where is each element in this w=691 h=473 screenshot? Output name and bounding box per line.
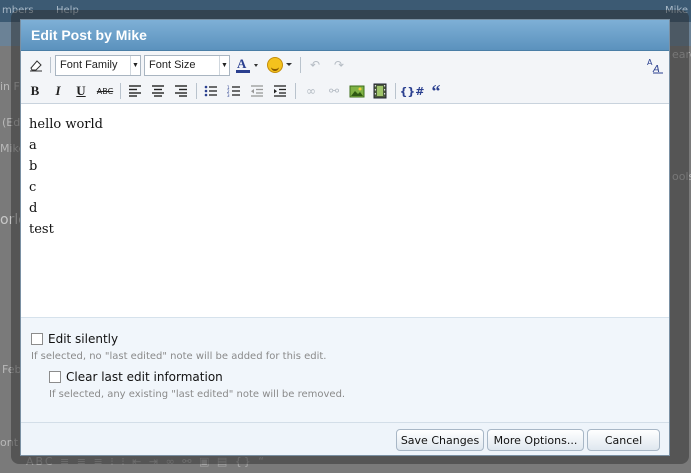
insert-media-icon[interactable] (370, 81, 390, 101)
toolbar-separator (196, 83, 197, 99)
quote-button[interactable]: “ (426, 81, 446, 101)
remove-format-icon[interactable] (26, 55, 46, 75)
clear-edit-hint: If selected, any existing "last edited" … (49, 389, 346, 400)
editor-line: a (29, 138, 37, 153)
toolbar-separator (395, 83, 396, 99)
redo-icon[interactable]: ↷ (329, 55, 349, 75)
insert-image-icon[interactable] (347, 81, 367, 101)
indent-icon[interactable] (270, 81, 290, 101)
bullet-list-icon[interactable] (201, 81, 221, 101)
font-size-select[interactable]: Font Size ▼ (144, 55, 230, 76)
toolbar-separator (300, 57, 301, 73)
align-left-icon[interactable] (125, 81, 145, 101)
chevron-down-icon: ▼ (130, 56, 140, 75)
code-tag-button[interactable]: {}# (400, 81, 425, 101)
clear-edit-checkbox[interactable] (49, 371, 61, 383)
edit-options-panel: Edit silently If selected, no "last edit… (21, 318, 669, 423)
toolbar-separator (295, 83, 296, 99)
smiley-icon (266, 57, 283, 73)
link-icon[interactable]: ∞ (301, 81, 321, 101)
strikethrough-button[interactable]: ABC (94, 81, 116, 101)
font-family-select[interactable]: Font Family ▼ (55, 55, 141, 76)
clear-edit-label: Clear last edit information (66, 370, 223, 384)
bold-button[interactable]: B (25, 81, 45, 101)
align-center-icon[interactable] (148, 81, 168, 101)
cancel-button[interactable]: Cancel (587, 429, 660, 451)
toolbar-row-1: Font Family ▼ Font Size ▼ A ↶ ↷ AA (21, 52, 669, 78)
font-size-label: Font Size (149, 59, 196, 71)
clear-edit-option[interactable]: Clear last edit information (49, 370, 223, 384)
edit-silently-hint: If selected, no "last edited" note will … (31, 351, 327, 362)
font-color-button[interactable]: A (233, 55, 261, 75)
editor-line: c (29, 180, 37, 195)
unlink-icon[interactable]: ⚯ (324, 81, 344, 101)
edit-silently-option[interactable]: Edit silently (31, 332, 118, 346)
toolbar-separator (50, 57, 51, 73)
underline-button[interactable]: U (71, 81, 91, 101)
switch-editor-mode-icon[interactable]: AA (645, 55, 665, 75)
dialog-title: Edit Post by Mike (21, 20, 669, 51)
italic-button[interactable]: I (48, 81, 68, 101)
align-right-icon[interactable] (171, 81, 191, 101)
chevron-down-icon: ▼ (219, 56, 229, 75)
svg-text:A: A (237, 56, 247, 71)
dialog-button-bar: Save Changes More Options... Cancel (21, 422, 669, 455)
editor-line: d (29, 201, 38, 216)
svg-text:3: 3 (227, 93, 230, 97)
outdent-icon[interactable] (247, 81, 267, 101)
edit-post-dialog: Edit Post by Mike Font Family ▼ Font Siz… (20, 19, 670, 456)
edit-silently-label: Edit silently (48, 332, 119, 346)
save-changes-button[interactable]: Save Changes (396, 429, 484, 451)
toolbar-separator (120, 83, 121, 99)
numbered-list-icon[interactable]: 123 (224, 81, 244, 101)
post-editor-content[interactable]: hello world a b c d test (21, 104, 669, 318)
editor-line: test (29, 222, 54, 237)
font-family-label: Font Family (60, 59, 118, 71)
undo-icon[interactable]: ↶ (305, 55, 325, 75)
editor-toolbar: Font Family ▼ Font Size ▼ A ↶ ↷ AA B I U… (21, 51, 669, 104)
toolbar-row-2: B I U ABC 123 ∞ ⚯ {}# “ (21, 78, 669, 104)
edit-silently-checkbox[interactable] (31, 333, 43, 345)
editor-line: b (29, 159, 38, 174)
more-options-button[interactable]: More Options... (487, 429, 584, 451)
smilies-button[interactable] (265, 55, 295, 75)
editor-line: hello world (29, 117, 103, 132)
